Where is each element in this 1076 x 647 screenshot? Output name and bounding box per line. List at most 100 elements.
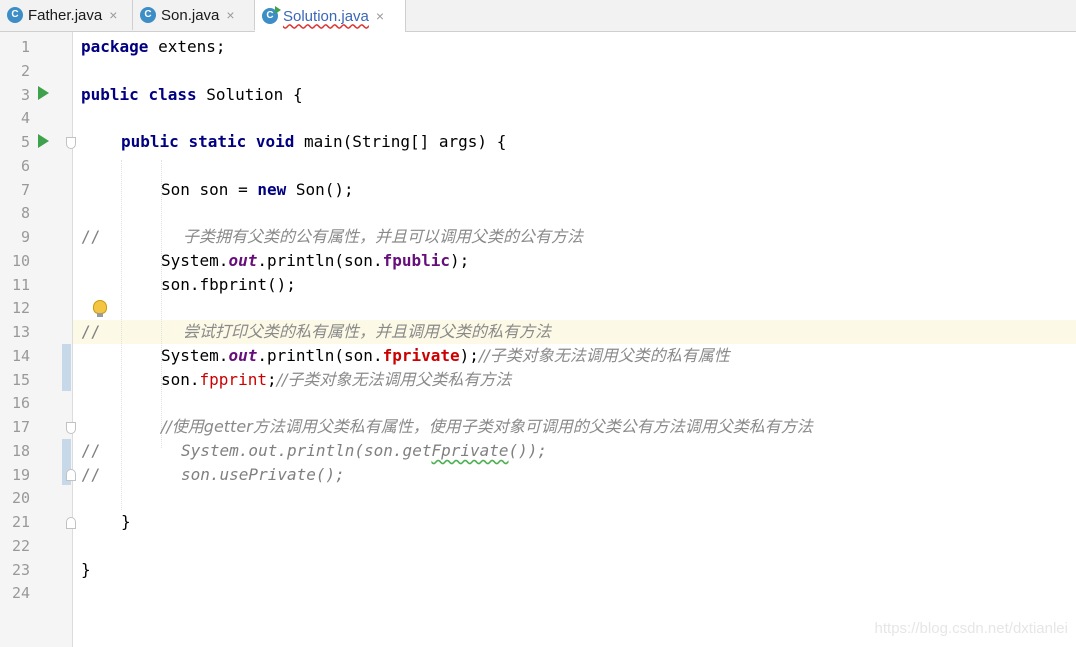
code-line-1: package extens;: [81, 35, 226, 59]
keyword: public: [81, 85, 139, 104]
comment-text: //使用getter方法调用父类私有属性，使用子类对象可调用的父类公有方法调用父…: [161, 417, 813, 436]
code-text: .println(son.: [257, 346, 383, 365]
line-number: 5: [20, 133, 30, 151]
line-number: 14: [11, 347, 30, 365]
keyword: static: [188, 132, 247, 151]
java-class-icon: C: [140, 7, 156, 23]
code-text: );: [459, 346, 479, 365]
code-line-15: son.fpprint;//子类对象无法调用父类私有方法: [161, 368, 511, 392]
code-text: System.: [161, 251, 229, 270]
line-number: 12: [11, 299, 30, 317]
comment-text: //子类对象无法调用父类私有方法: [276, 370, 512, 389]
line-number: 3: [20, 86, 30, 104]
line-number: 2: [20, 62, 30, 80]
comment-prefix: //: [81, 441, 101, 460]
run-class-icon[interactable]: [38, 86, 49, 100]
line-number: 4: [20, 109, 30, 127]
code-line-5: public static void main(String[] args) {: [121, 130, 506, 154]
code-line-11: son.fbprint();: [161, 273, 296, 297]
line-number: 15: [11, 371, 30, 389]
code-text: main(String[] args) {: [294, 132, 507, 151]
line-number: 9: [20, 228, 30, 246]
code-line-14: System.out.println(son.fprivate);//子类对象无…: [161, 344, 730, 368]
keyword: void: [255, 132, 295, 151]
code-text: ;: [266, 370, 277, 389]
line-number: 19: [11, 466, 30, 484]
keyword: public: [121, 132, 179, 151]
tab-solution-java[interactable]: C Solution.java ×: [255, 0, 406, 32]
line-number: 22: [11, 537, 30, 555]
line-number: 20: [11, 489, 30, 507]
code-line-17: //使用getter方法调用父类私有属性，使用子类对象可调用的父类公有方法调用父…: [161, 415, 813, 439]
indent-guide: [161, 160, 162, 448]
tab-father-java[interactable]: C Father.java ×: [0, 0, 133, 30]
tab-label: Solution.java: [283, 7, 369, 25]
error-reference: fpprint: [199, 370, 267, 389]
code-text: son.fbprint();: [161, 275, 296, 294]
java-class-icon: C: [7, 7, 23, 23]
line-number: 1: [20, 38, 30, 56]
code-text: Son();: [286, 180, 354, 199]
field-reference: fpublic: [382, 251, 451, 270]
code-line-19: // son.usePrivate();: [81, 463, 345, 487]
line-number: 6: [20, 157, 30, 175]
watermark: https://blog.csdn.net/dxtianlei: [874, 620, 1068, 637]
close-icon[interactable]: ×: [109, 8, 117, 22]
static-field: out: [228, 346, 258, 365]
line-number: 18: [11, 442, 30, 460]
line-number: 13: [11, 323, 30, 341]
close-icon[interactable]: ×: [226, 8, 234, 22]
code-text: ());: [508, 441, 548, 460]
editor-tab-bar: C Father.java × C Son.java × C Solution.…: [0, 0, 1076, 32]
code-line-7: Son son = new Son();: [161, 178, 354, 202]
code-line-21: }: [121, 510, 131, 534]
line-number: 16: [11, 394, 30, 412]
code-line-9: // 子类拥有父类的公有属性，并且可以调用父类的公有方法: [81, 225, 583, 249]
commented-code: System.out.println(son.getFprivate());: [181, 439, 547, 463]
static-field: out: [228, 251, 258, 270]
tab-label: Father.java: [28, 6, 103, 24]
error-reference: fprivate: [382, 346, 460, 365]
line-number: 10: [11, 252, 30, 270]
close-icon[interactable]: ×: [376, 9, 384, 23]
keyword: new: [257, 180, 287, 199]
code-text: Solution {: [196, 85, 303, 104]
keyword: package: [81, 37, 149, 56]
closing-brace: }: [81, 560, 91, 579]
commented-code: son.usePrivate();: [181, 465, 345, 484]
closing-brace: }: [121, 512, 131, 531]
comment-text: //子类对象无法调用父类的私有属性: [478, 346, 730, 365]
line-number: 23: [11, 561, 30, 579]
vcs-change-marker[interactable]: [62, 344, 71, 391]
line-number: 24: [11, 584, 30, 602]
code-text: Son son =: [161, 180, 258, 199]
line-number: 21: [11, 513, 30, 531]
comment-prefix: //: [81, 322, 101, 341]
keyword: class: [148, 85, 197, 104]
run-badge-icon: [275, 6, 281, 14]
comment-text: 尝试打印父类的私有属性，并且调用父类的私有方法: [183, 322, 552, 341]
code-text: son.: [161, 370, 200, 389]
line-number: 11: [11, 276, 30, 294]
line-number: 8: [20, 204, 30, 222]
tab-label: Son.java: [161, 6, 220, 24]
tab-son-java[interactable]: C Son.java ×: [133, 0, 255, 30]
java-runnable-class-icon: C: [262, 6, 281, 24]
line-number: 7: [20, 181, 30, 199]
code-line-18: // System.out.println(son.getFprivate());: [81, 439, 547, 463]
comment-prefix: //: [81, 227, 101, 246]
editor-gutter: 1 2 3 4 5 6 7 8 9 10 11 12 13 14 15 16 1…: [0, 32, 76, 647]
typo-underline: Fprivate: [431, 441, 509, 460]
code-text: System.out.println(son.get: [181, 441, 432, 460]
code-text: System.: [161, 346, 229, 365]
code-editor[interactable]: package extens; public class Solution { …: [73, 32, 1076, 647]
comment-text: 子类拥有父类的公有属性，并且可以调用父类的公有方法: [183, 227, 584, 246]
comment-prefix: //: [81, 465, 101, 484]
code-text: );: [450, 251, 470, 270]
run-main-icon[interactable]: [38, 134, 49, 148]
code-line-23: }: [81, 558, 91, 582]
indent-guide: [121, 160, 122, 510]
code-text: .println(son.: [257, 251, 383, 270]
java-class-letter: C: [266, 10, 274, 21]
code-line-10: System.out.println(son.fpublic);: [161, 249, 469, 273]
